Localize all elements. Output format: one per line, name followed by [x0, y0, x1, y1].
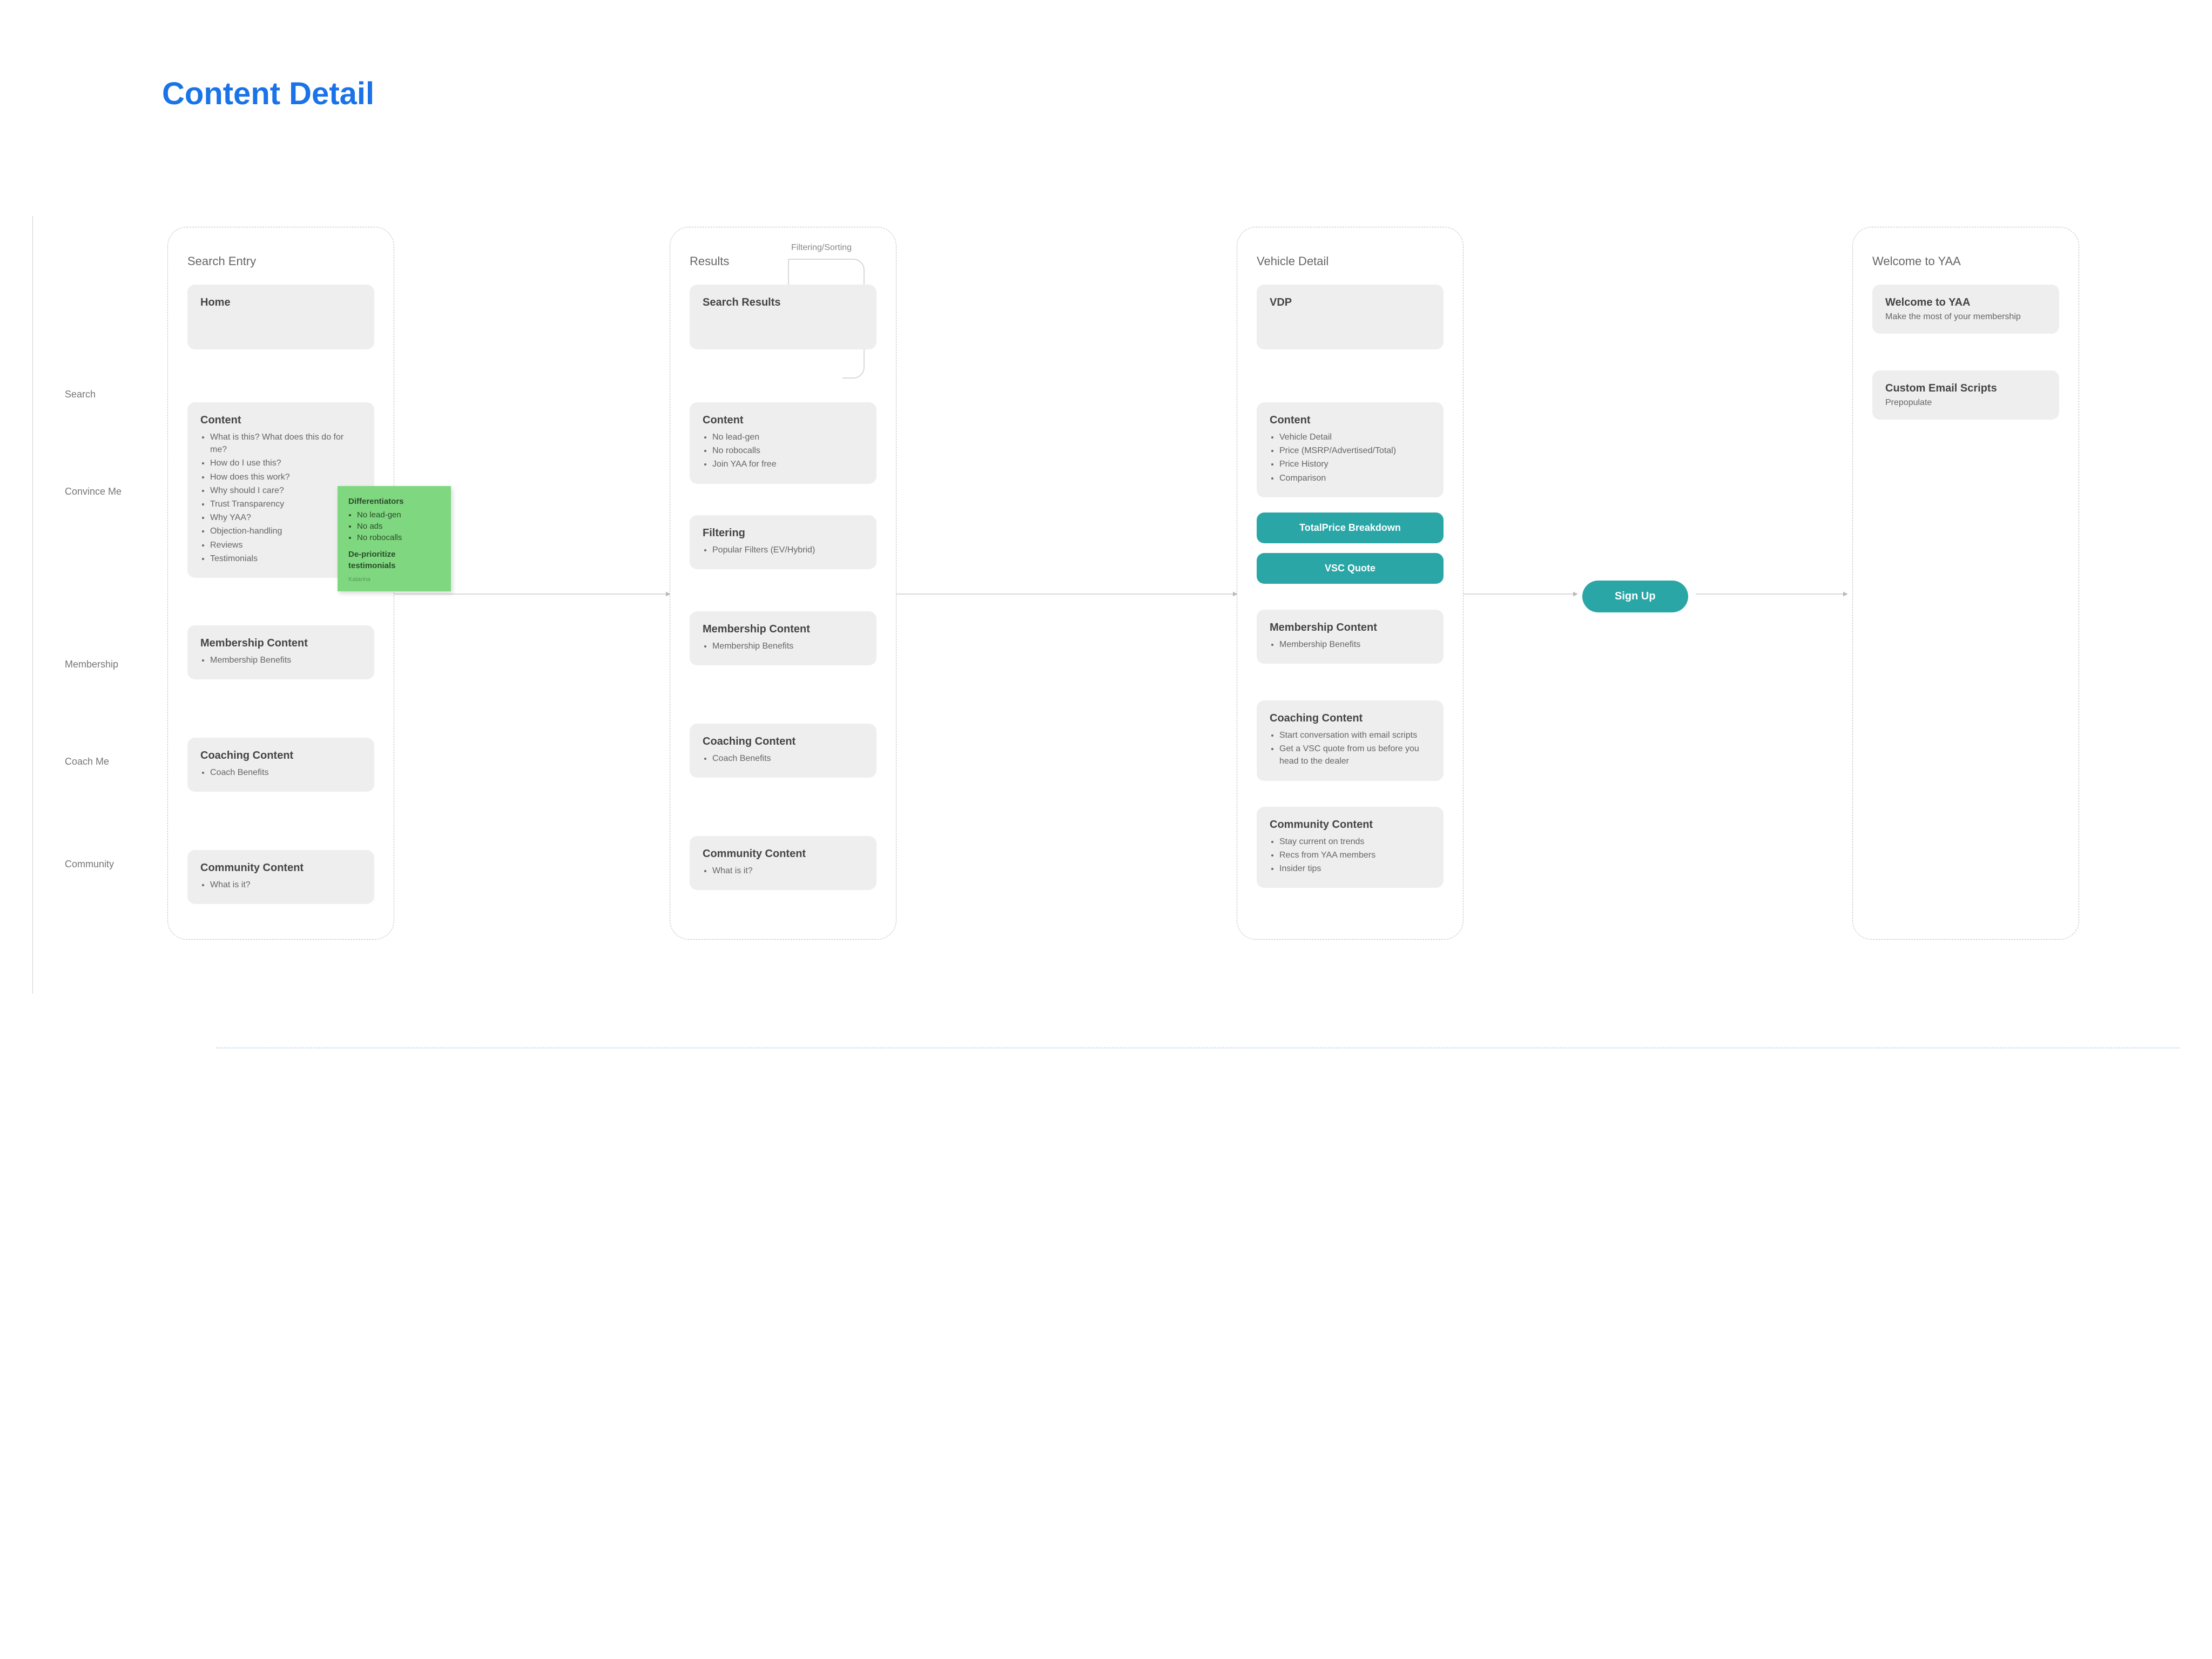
card-vdp: VDP: [1257, 285, 1444, 349]
card-vd-coaching: Coaching Content Start conversation with…: [1257, 700, 1444, 781]
card-filtering: Filtering Popular Filters (EV/Hybrid): [690, 515, 876, 569]
signup-button[interactable]: Sign Up: [1582, 581, 1688, 612]
card-results-content: Content No lead-gen No robocalls Join YA…: [690, 402, 876, 484]
lane-convince: Convince Me: [65, 486, 122, 497]
lane-search: Search: [65, 389, 96, 400]
sticky-signature: Katarina: [348, 576, 440, 584]
lane-community: Community: [65, 859, 114, 870]
sticky-heading: Differentiators: [348, 496, 440, 507]
lane-coach: Coach Me: [65, 756, 109, 767]
col-title-welcome: Welcome to YAA: [1872, 254, 2059, 268]
card-results-coaching: Coaching Content Coach Benefits: [690, 724, 876, 778]
card-welcome: Welcome to YAA Make the most of your mem…: [1872, 285, 2059, 334]
pill-totalprice[interactable]: TotalPrice Breakdown: [1257, 512, 1444, 543]
sticky-note-text: De-prioritize testimonials: [348, 549, 440, 571]
card-vd-community: Community Content Stay current on trends…: [1257, 807, 1444, 888]
card-results-community: Community Content What is it?: [690, 836, 876, 890]
sticky-list: No lead-gen No ads No robocalls: [357, 509, 440, 543]
column-results: Results Search Results Content No lead-g…: [670, 227, 896, 940]
card-vd-content: Content Vehicle Detail Price (MSRP/Adver…: [1257, 402, 1444, 497]
card-se-community: Community Content What is it?: [187, 850, 374, 904]
card-vd-membership: Membership Content Membership Benefits: [1257, 610, 1444, 664]
card-se-content-title: Content: [200, 414, 361, 427]
col-title-search-entry: Search Entry: [187, 254, 374, 268]
column-vehicle-detail: Vehicle Detail VDP Content Vehicle Detai…: [1237, 227, 1464, 940]
swimlane-divider: [32, 216, 33, 994]
flow-arrows: [162, 227, 2106, 983]
card-results-membership: Membership Content Membership Benefits: [690, 611, 876, 665]
col-title-vehicle-detail: Vehicle Detail: [1257, 254, 1444, 268]
page-title: Content Detail: [162, 76, 374, 112]
card-se-membership: Membership Content Membership Benefits: [187, 625, 374, 679]
column-welcome: Welcome to YAA Welcome to YAA Make the m…: [1852, 227, 2079, 940]
card-home: Home: [187, 285, 374, 349]
card-se-coaching: Coaching Content Coach Benefits: [187, 738, 374, 792]
card-home-title: Home: [200, 296, 361, 309]
sticky-note[interactable]: Differentiators No lead-gen No ads No ro…: [338, 486, 451, 591]
lane-membership: Membership: [65, 659, 118, 670]
pill-vsc-quote[interactable]: VSC Quote: [1257, 553, 1444, 584]
col-title-results: Results: [690, 254, 876, 268]
card-search-results: Search Results: [690, 285, 876, 349]
card-email-scripts: Custom Email Scripts Prepopulate: [1872, 370, 2059, 420]
